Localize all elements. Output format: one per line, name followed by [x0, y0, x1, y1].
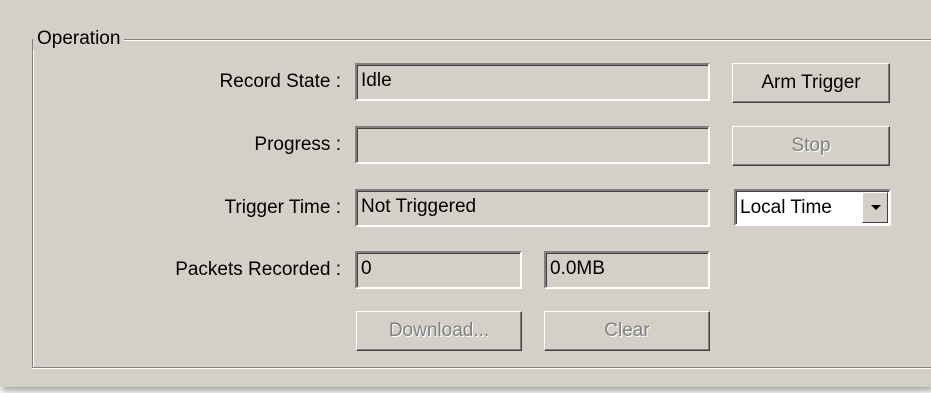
time-mode-select[interactable]: Local Time — [734, 189, 891, 226]
download-button[interactable]: Download... — [356, 311, 522, 351]
progress-label: Progress : — [254, 134, 341, 155]
progress-bar — [355, 126, 710, 164]
record-state-label: Record State : — [219, 71, 341, 92]
packets-recorded-label: Packets Recorded : — [175, 259, 341, 280]
time-mode-value: Local Time — [740, 197, 832, 218]
packets-size-field: 0.0MB — [544, 251, 710, 289]
packets-count-field: 0 — [355, 251, 522, 289]
chevron-down-icon[interactable] — [862, 192, 888, 223]
trigger-time-field: Not Triggered — [355, 189, 710, 227]
group-title: Operation — [33, 28, 125, 50]
operation-panel: Operation Record State : Idle Arm Trigge… — [0, 0, 931, 387]
stop-button[interactable]: Stop — [732, 126, 890, 166]
arm-trigger-button[interactable]: Arm Trigger — [732, 63, 890, 103]
clear-button[interactable]: Clear — [544, 311, 710, 351]
trigger-time-label: Trigger Time : — [224, 197, 342, 218]
record-state-field: Idle — [355, 63, 710, 101]
